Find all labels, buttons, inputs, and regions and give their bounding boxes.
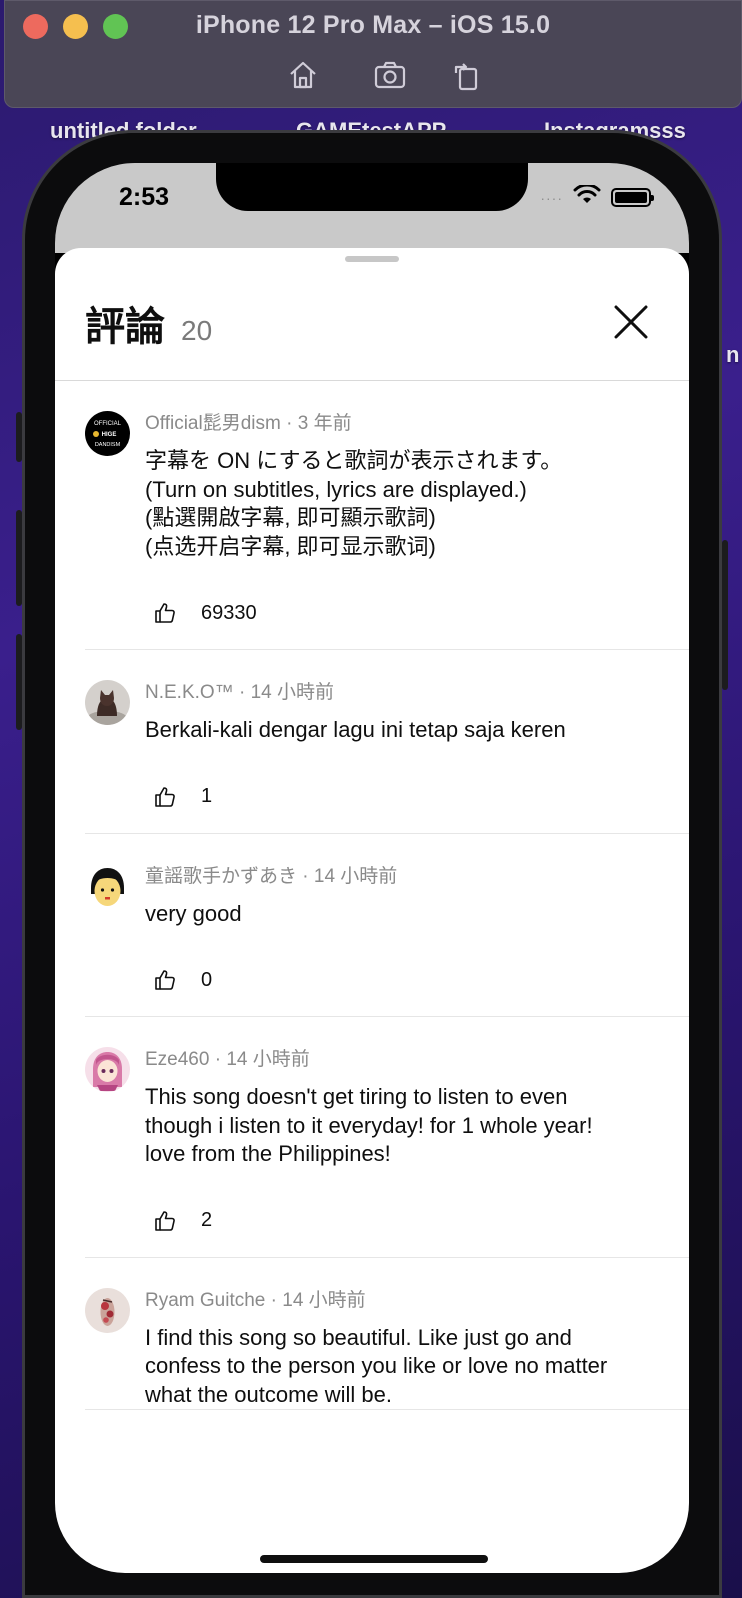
comment-item: 童謡歌手かずあき · 14 小時前 very good 0 bbox=[85, 834, 689, 1017]
avatar-logo-text: HIGE bbox=[102, 432, 117, 438]
home-icon[interactable] bbox=[287, 59, 319, 91]
power-button bbox=[722, 540, 728, 690]
status-icons: ···· bbox=[540, 183, 654, 210]
rotate-icon[interactable] bbox=[451, 59, 483, 91]
thumbs-up-icon[interactable] bbox=[143, 591, 187, 635]
comment-list[interactable]: OFFICIAL HIGE DANDISM Official髭男dism · 3… bbox=[55, 381, 689, 1410]
avatar[interactable] bbox=[85, 1047, 130, 1092]
cellular-signal-icon: ···· bbox=[540, 189, 563, 206]
thumbs-up-icon[interactable] bbox=[143, 775, 187, 819]
like-count: 2 bbox=[201, 1209, 213, 1231]
notch bbox=[216, 163, 528, 211]
avatar[interactable] bbox=[85, 863, 130, 909]
comment-item: N.E.K.O™ · 14 小時前 Berkali-kali dengar la… bbox=[85, 650, 689, 834]
sheet-header: 評論 20 bbox=[85, 294, 212, 352]
like-row: 69330 bbox=[145, 577, 669, 649]
comment-meta: Official髭男dism · 3 年前 bbox=[145, 413, 352, 434]
comment-meta: N.E.K.O™ · 14 小時前 bbox=[145, 682, 334, 703]
like-row: 0 bbox=[145, 944, 669, 1016]
sheet-grabber[interactable] bbox=[345, 256, 399, 262]
status-time: 2:53 bbox=[119, 183, 170, 211]
like-count: 1 bbox=[201, 785, 213, 807]
avatar-logo-text: DANDISM bbox=[95, 442, 121, 448]
comment-item: Ryam Guitche · 14 小時前 I find this song s… bbox=[85, 1258, 689, 1410]
avatar[interactable] bbox=[85, 680, 130, 725]
close-icon[interactable] bbox=[613, 304, 649, 340]
comment-item: OFFICIAL HIGE DANDISM Official髭男dism · 3… bbox=[85, 381, 689, 650]
like-count: 69330 bbox=[201, 601, 257, 624]
like-row: 2 bbox=[145, 1185, 669, 1257]
comment-meta: Eze460 · 14 小時前 bbox=[145, 1049, 310, 1070]
like-row: 1 bbox=[145, 761, 669, 833]
comment-count: 20 bbox=[181, 315, 213, 346]
comment-text: Berkali-kali dengar lagu ini tetap saja … bbox=[145, 717, 566, 742]
comment-text: 字幕を ON にすると歌詞が表示されます。 (Turn on subtitles… bbox=[145, 448, 563, 559]
comment-text: This song doesn't get tiring to listen t… bbox=[145, 1084, 593, 1166]
battery-icon bbox=[611, 188, 654, 207]
comment-text: very good bbox=[145, 900, 242, 926]
thumbs-up-icon[interactable] bbox=[143, 958, 187, 1002]
screenshot-icon[interactable] bbox=[373, 59, 406, 91]
comment-item: Eze460 · 14 小時前 This song doesn't get ti… bbox=[85, 1017, 689, 1258]
comments-sheet: 評論 20 OFFICIAL HIGE DANDISM Official髭男di… bbox=[55, 248, 689, 1573]
like-count: 0 bbox=[201, 968, 213, 991]
avatar-logo-text: OFFICIAL bbox=[94, 421, 122, 427]
comment-meta: 童謡歌手かずあき · 14 小時前 bbox=[145, 865, 398, 887]
wifi-icon bbox=[573, 183, 601, 210]
iphone-frame: 2:53 ···· 評論 20 OFFICIAL HIGE DANDISM Of… bbox=[22, 130, 722, 1598]
desktop-edge-label: n bbox=[726, 342, 740, 367]
avatar[interactable] bbox=[85, 1287, 130, 1333]
sheet-title: 評論 bbox=[85, 304, 165, 350]
avatar[interactable]: OFFICIAL HIGE DANDISM bbox=[85, 411, 130, 456]
iphone-screen: 2:53 ···· 評論 20 OFFICIAL HIGE DANDISM Of… bbox=[55, 163, 689, 1573]
simulator-title: iPhone 12 Pro Max – iOS 15.0 bbox=[195, 11, 551, 39]
simulator-title-bar: iPhone 12 Pro Max – iOS 15.0 bbox=[4, 0, 742, 108]
home-indicator[interactable] bbox=[260, 1555, 488, 1563]
comment-text: I find this song so beautiful. Like just… bbox=[145, 1324, 608, 1407]
thumbs-up-icon[interactable] bbox=[143, 1199, 187, 1243]
comment-meta: Ryam Guitche · 14 小時前 bbox=[145, 1289, 366, 1311]
